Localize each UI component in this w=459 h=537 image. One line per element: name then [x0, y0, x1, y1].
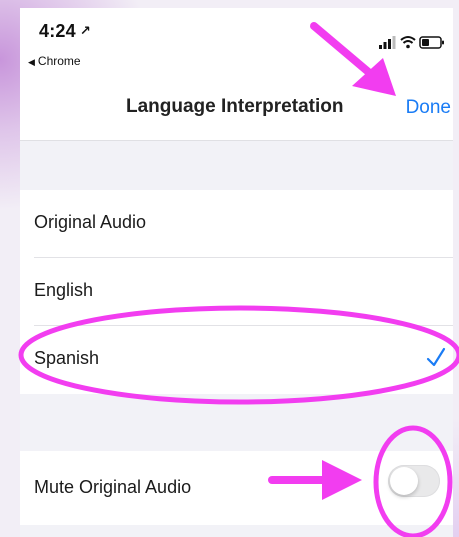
back-triangle-icon: ◀	[28, 57, 35, 67]
mute-original-audio-label: Mute Original Audio	[34, 477, 192, 497]
done-button[interactable]: Done	[406, 97, 451, 119]
status-time-text: 4:24	[39, 21, 76, 41]
mute-settings-group: Mute Original Audio	[20, 451, 453, 525]
back-to-app-link[interactable]: ◀ Chrome	[28, 54, 81, 68]
location-arrow-icon: ↗	[79, 23, 91, 38]
language-list: Original Audio English Spanish	[20, 190, 453, 394]
language-option-spanish[interactable]: Spanish	[20, 326, 453, 394]
phone-screen: 4:24 ↗ ◀ Chrome Language Interpretation …	[20, 8, 453, 537]
status-bar: 4:24 ↗ ◀ Chrome	[20, 8, 453, 78]
language-option-label: Original Audio	[34, 212, 147, 232]
wifi-icon	[400, 36, 416, 49]
status-icons	[379, 36, 444, 49]
checkmark-icon	[426, 347, 446, 367]
language-option-label: English	[34, 280, 94, 300]
navigation-bar: Language Interpretation Done	[20, 78, 453, 141]
language-option-english[interactable]: English	[20, 258, 453, 326]
cellular-signal-icon	[379, 36, 396, 49]
back-app-label: Chrome	[37, 54, 81, 68]
mute-original-audio-toggle[interactable]	[388, 465, 440, 497]
status-time: 4:24 ↗	[39, 21, 91, 42]
toggle-knob	[390, 467, 418, 495]
page-title: Language Interpretation	[126, 96, 344, 117]
mute-original-audio-row: Mute Original Audio	[20, 451, 453, 525]
language-option-label: Spanish	[34, 348, 100, 368]
battery-icon	[419, 36, 444, 49]
language-option-original-audio[interactable]: Original Audio	[20, 190, 453, 258]
